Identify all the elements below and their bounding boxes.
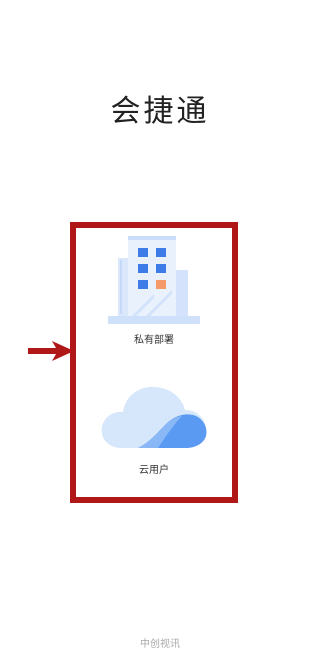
cloud-user-option[interactable]: 云用户 bbox=[76, 378, 232, 478]
cloud-icon bbox=[101, 386, 207, 448]
app-title: 会捷通 bbox=[110, 94, 210, 129]
private-deployment-option[interactable]: 私有部署 bbox=[76, 232, 232, 348]
red-arrow-icon bbox=[28, 341, 74, 361]
private-deployment-label: 私有部署 bbox=[134, 335, 174, 346]
cloud-user-label: 云用户 bbox=[139, 465, 169, 476]
footer-brand: 中创视讯 bbox=[140, 639, 180, 650]
office-building-icon bbox=[108, 236, 200, 324]
